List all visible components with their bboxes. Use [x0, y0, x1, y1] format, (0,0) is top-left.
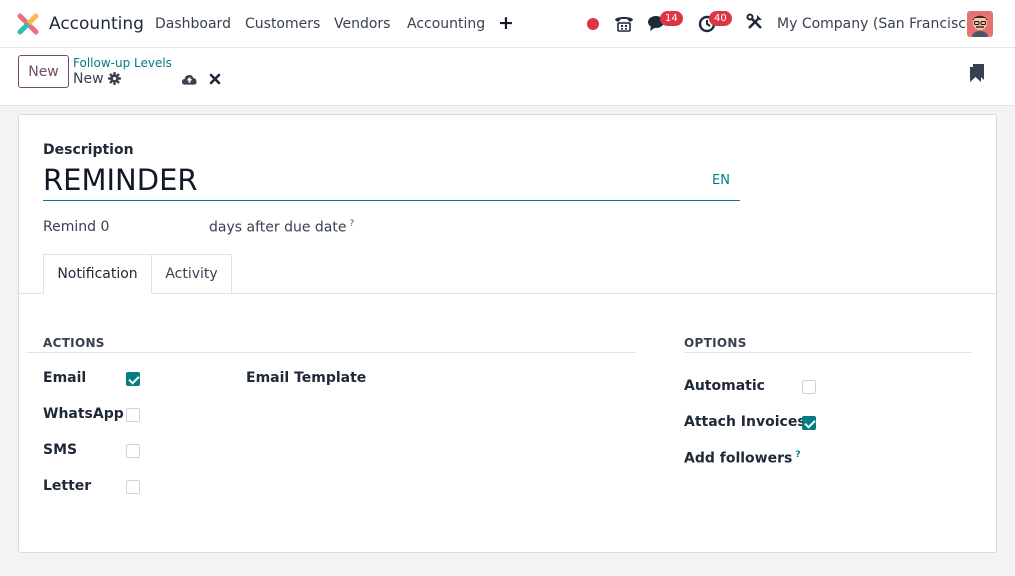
- email-checkbox[interactable]: [126, 372, 140, 386]
- activities-badge: 40: [709, 11, 732, 26]
- days-after-due-label: days after due date?: [209, 219, 354, 236]
- options-group-title: OPTIONS: [684, 336, 747, 350]
- new-button[interactable]: New: [18, 55, 69, 88]
- bookmark-icon[interactable]: [970, 64, 984, 82]
- menu-dashboard[interactable]: Dashboard: [155, 16, 231, 32]
- letter-checkbox[interactable]: [126, 480, 140, 494]
- language-button[interactable]: EN: [712, 173, 730, 188]
- top-navbar: Accounting Dashboard Customers Vendors A…: [0, 0, 1015, 48]
- days-after-due-text: days after due date: [209, 219, 347, 236]
- app-name[interactable]: Accounting: [49, 14, 144, 34]
- sms-checkbox[interactable]: [126, 444, 140, 458]
- actions-separator: [27, 352, 636, 353]
- whatsapp-label: WhatsApp: [43, 406, 124, 422]
- letter-label: Letter: [43, 478, 92, 494]
- record-indicator-icon[interactable]: [587, 18, 599, 30]
- control-panel: New Follow-up Levels New: [0, 48, 1015, 106]
- days-help-tooltip[interactable]: ?: [349, 219, 354, 229]
- add-menu-icon[interactable]: +: [498, 12, 514, 34]
- menu-accounting[interactable]: Accounting: [407, 16, 485, 32]
- email-label: Email: [43, 370, 87, 386]
- attach-invoices-label: Attach Invoices: [684, 414, 806, 430]
- gear-icon[interactable]: [108, 72, 121, 85]
- phone-icon[interactable]: [613, 13, 635, 33]
- description-value[interactable]: REMINDER: [43, 163, 198, 197]
- menu-vendors[interactable]: Vendors: [334, 16, 390, 32]
- add-followers-help-tooltip[interactable]: ?: [795, 450, 800, 460]
- attach-invoices-checkbox[interactable]: [802, 416, 816, 430]
- add-followers-text: Add followers: [684, 450, 793, 467]
- description-label: Description: [43, 142, 134, 158]
- tab-bar: Notification Activity: [19, 254, 996, 294]
- automatic-label: Automatic: [684, 378, 765, 394]
- save-cloud-icon[interactable]: [181, 72, 198, 86]
- remind-delay-field[interactable]: Remind 0: [43, 219, 109, 235]
- tools-icon[interactable]: [746, 13, 764, 31]
- discard-icon[interactable]: [209, 73, 221, 85]
- breadcrumb-follow-up-levels[interactable]: Follow-up Levels: [73, 56, 172, 70]
- messages-badge: 14: [660, 11, 683, 26]
- record-name: New: [73, 71, 104, 87]
- options-separator: [684, 352, 972, 353]
- app-logo-icon[interactable]: [17, 13, 39, 35]
- form-sheet: Description REMINDER EN Remind 0 days af…: [18, 114, 997, 553]
- automatic-checkbox[interactable]: [802, 380, 816, 394]
- user-avatar[interactable]: [967, 11, 993, 37]
- email-template-label: Email Template: [246, 370, 367, 386]
- actions-group-title: ACTIONS: [43, 336, 105, 350]
- sms-label: SMS: [43, 442, 78, 458]
- add-followers-label: Add followers?: [684, 450, 801, 467]
- tab-activity[interactable]: Activity: [152, 254, 232, 294]
- company-switcher[interactable]: My Company (San Francisco): [777, 16, 980, 32]
- menu-customers[interactable]: Customers: [245, 16, 320, 32]
- description-input[interactable]: REMINDER EN: [43, 161, 740, 201]
- tab-notification[interactable]: Notification: [43, 254, 152, 294]
- whatsapp-checkbox[interactable]: [126, 408, 140, 422]
